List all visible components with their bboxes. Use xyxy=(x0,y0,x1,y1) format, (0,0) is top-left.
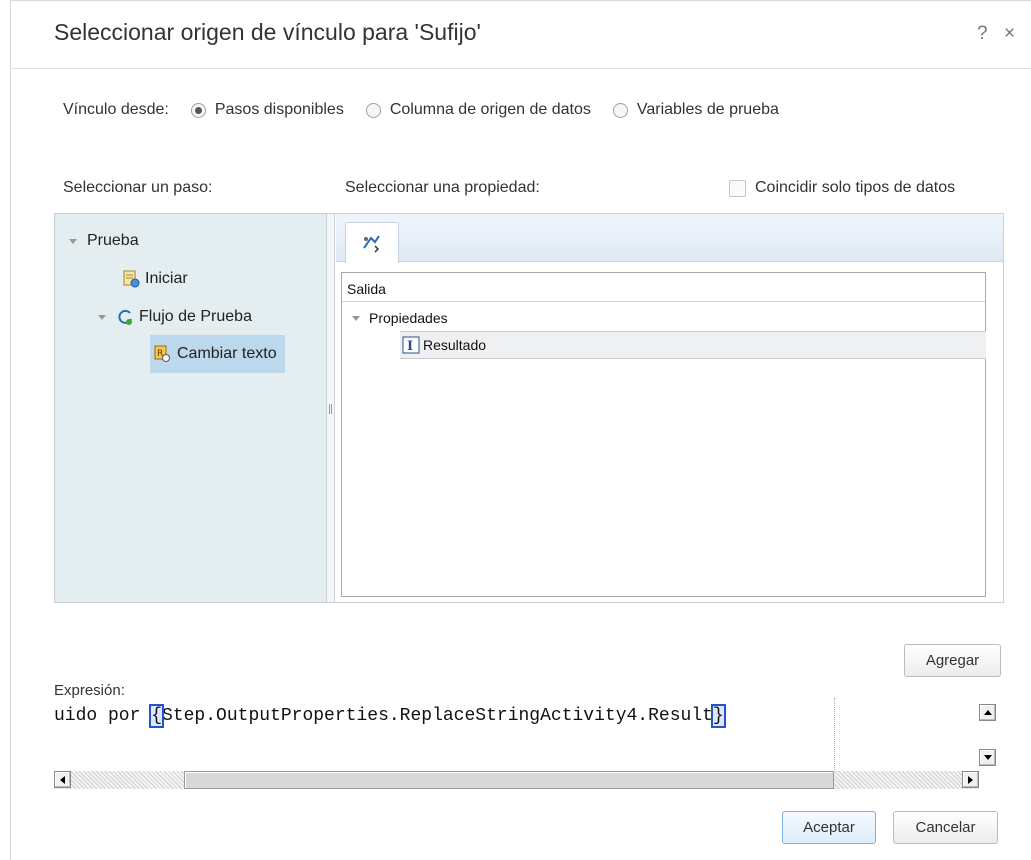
tree-node-start[interactable]: Iniciar xyxy=(122,270,188,288)
ok-button[interactable]: Aceptar xyxy=(782,811,876,844)
checkbox-box[interactable] xyxy=(729,179,746,197)
radio-test-variables[interactable]: Variables de prueba xyxy=(612,101,779,119)
property-item[interactable]: I Resultado xyxy=(402,336,486,354)
cancel-button[interactable]: Cancelar xyxy=(893,811,998,844)
tree-node-label: Cambiar texto xyxy=(177,345,277,362)
property-result-row[interactable]: I Resultado xyxy=(400,331,986,359)
property-area: Salida Propiedades I Resultado xyxy=(336,214,1003,602)
expand-caret-icon[interactable] xyxy=(69,238,77,244)
tree-node-label: Flujo de Prueba xyxy=(139,308,252,325)
expression-body: Step.OutputProperties.ReplaceStringActiv… xyxy=(162,706,713,726)
flow-icon xyxy=(118,309,132,325)
radio-button[interactable] xyxy=(190,102,206,118)
radio-available-steps[interactable]: Pasos disponibles xyxy=(190,101,344,119)
property-group-row[interactable]: Propiedades xyxy=(352,310,448,326)
start-step-icon xyxy=(123,270,140,288)
radio-button[interactable] xyxy=(612,102,628,118)
expression-open-brace: { xyxy=(149,704,164,728)
checkbox-label: Coincidir solo tipos de datos xyxy=(755,179,956,196)
scroll-thumb[interactable] xyxy=(184,771,834,789)
tree-node-test-flow[interactable]: Flujo de Prueba xyxy=(98,308,252,326)
dialog-titlebar: Seleccionar origen de vínculo para 'Sufi… xyxy=(11,1,1031,69)
help-button[interactable]: ? xyxy=(977,23,988,45)
tree-node-test[interactable]: Prueba xyxy=(69,232,139,250)
output-properties-icon xyxy=(363,235,380,253)
vertical-scrollbar[interactable] xyxy=(979,698,997,768)
text-cursor xyxy=(834,698,835,770)
add-button[interactable]: Agregar xyxy=(904,644,1001,677)
tree-node-label: Iniciar xyxy=(145,270,188,287)
svg-text:I: I xyxy=(407,339,413,354)
arrow-up-icon xyxy=(983,710,992,715)
expand-caret-icon[interactable] xyxy=(352,315,360,321)
radio-label: Variables de prueba xyxy=(636,101,779,118)
radio-label: Pasos disponibles xyxy=(214,101,344,118)
scroll-right-button[interactable] xyxy=(962,771,979,788)
link-source-dialog: Seleccionar origen de vínculo para 'Sufi… xyxy=(10,0,1031,860)
radio-label: Columna de origen de datos xyxy=(389,101,591,118)
tree-node-label: Prueba xyxy=(87,232,139,249)
selection-panel: Prueba Iniciar Flujo de Prueba R Cambiar… xyxy=(54,213,1004,603)
scroll-left-button[interactable] xyxy=(54,771,71,788)
match-data-types-checkbox[interactable]: Coincidir solo tipos de datos xyxy=(729,179,955,197)
scroll-down-button[interactable] xyxy=(979,749,996,766)
arrow-left-icon xyxy=(60,775,65,784)
arrow-down-icon xyxy=(983,755,992,760)
radio-data-source-column[interactable]: Columna de origen de datos xyxy=(365,101,591,119)
grid-header: Salida xyxy=(342,273,985,302)
property-grid: Salida Propiedades I Resultado xyxy=(341,272,986,597)
close-button[interactable]: × xyxy=(1004,23,1015,45)
panel-splitter[interactable] xyxy=(326,214,335,602)
property-item-label: Resultado xyxy=(423,337,487,353)
arrow-right-icon xyxy=(968,775,973,784)
tree-node-change-text[interactable]: R Cambiar texto xyxy=(150,335,285,373)
splitter-grip-icon[interactable] xyxy=(329,404,332,414)
text-type-icon: I xyxy=(402,336,420,354)
select-step-label: Seleccionar un paso: xyxy=(63,179,213,196)
select-property-label: Seleccionar una propiedad: xyxy=(345,179,540,196)
expression-close-brace: } xyxy=(710,704,726,728)
property-group-label: Propiedades xyxy=(369,310,448,326)
radio-button[interactable] xyxy=(365,102,381,118)
output-properties-tab[interactable] xyxy=(345,222,399,263)
replace-string-icon: R xyxy=(154,345,170,362)
horizontal-scrollbar[interactable] xyxy=(54,771,979,789)
property-tabstrip xyxy=(336,214,1003,263)
dialog-title: Seleccionar origen de vínculo para 'Sufi… xyxy=(54,19,481,45)
link-from-row: Vínculo desde: Pasos disponibles Columna… xyxy=(63,101,779,119)
expression-text[interactable]: uido por {Step.OutputProperties.ReplaceS… xyxy=(54,704,726,728)
scroll-up-button[interactable] xyxy=(979,704,996,721)
expression-label: Expresión: xyxy=(54,682,125,699)
step-tree: Prueba Iniciar Flujo de Prueba R Cambiar… xyxy=(55,214,326,602)
expression-editor[interactable]: uido por {Step.OutputProperties.ReplaceS… xyxy=(54,698,1014,794)
expand-caret-icon[interactable] xyxy=(98,314,106,320)
link-from-label: Vínculo desde: xyxy=(63,101,169,118)
expression-prefix: uido por xyxy=(54,706,152,726)
